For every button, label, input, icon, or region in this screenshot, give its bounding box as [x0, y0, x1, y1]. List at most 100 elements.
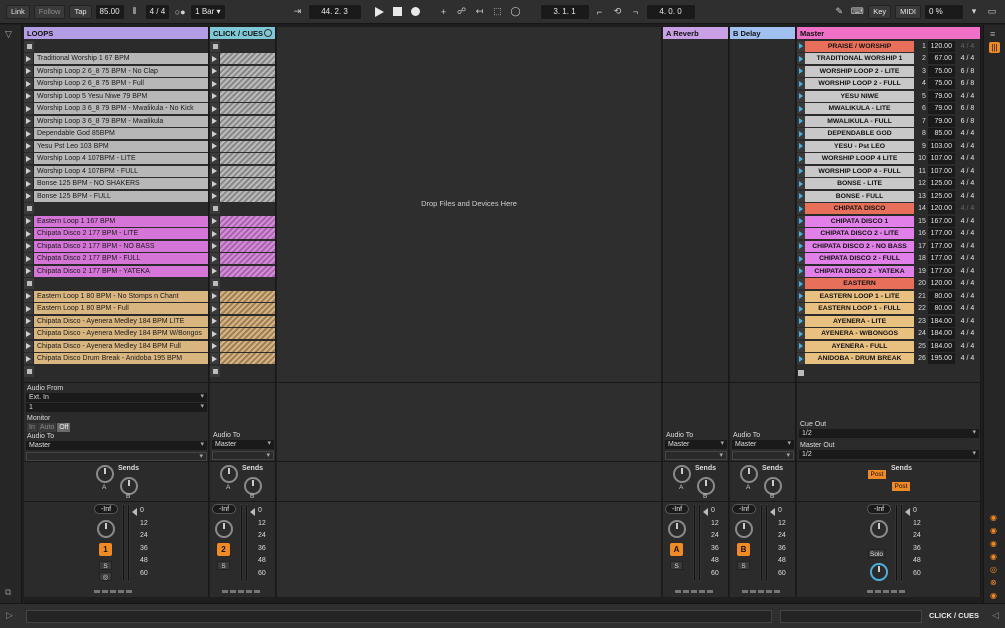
tap-tempo-button[interactable]: Tap [69, 4, 92, 19]
clip-slot[interactable]: Chipata Disco 2 177 BPM - LITE [24, 228, 208, 239]
send-a-knob[interactable] [740, 465, 758, 483]
scene-signature[interactable]: 4 / 4 [955, 293, 980, 300]
re-enable-automation-icon[interactable]: ↤ [473, 5, 487, 19]
scene-signature[interactable]: 4 / 4 [955, 218, 980, 225]
scene-launch-button[interactable] [797, 53, 805, 64]
scene-tempo[interactable]: 79.00 [927, 103, 955, 114]
clip-launch-button[interactable] [24, 190, 34, 202]
scene-signature[interactable]: 6 / 8 [955, 68, 980, 75]
clip-launch-button[interactable] [24, 65, 34, 77]
scene-tempo[interactable]: 120.00 [927, 203, 955, 214]
clip-slot[interactable]: Worship Loop 2 6_8 75 BPM - Full [24, 78, 208, 89]
pan-knob[interactable] [870, 520, 888, 538]
arrangement-position[interactable]: 44. 2. 3 [308, 4, 361, 19]
clip-stop-button[interactable] [24, 278, 34, 289]
scene-signature[interactable]: 4 / 4 [955, 43, 980, 50]
click-clip-slot[interactable] [210, 240, 275, 252]
empty-clip-slot[interactable] [210, 365, 275, 377]
scene-tempo[interactable]: 184.00 [927, 315, 955, 327]
clip-launch-button[interactable] [210, 340, 220, 352]
clip-launch-button[interactable] [24, 78, 34, 89]
clip-launch-button[interactable] [210, 90, 220, 102]
clip-launch-button[interactable] [24, 290, 34, 302]
scene-row[interactable]: ANIDOBA - DRUM BREAK 26 195.00 4 / 4 [797, 353, 980, 364]
click-clip-slot[interactable] [210, 53, 275, 64]
clip-launch-button[interactable] [24, 240, 34, 252]
audio-to-select[interactable]: Master [26, 440, 207, 450]
monitor-off-button[interactable]: Off [57, 423, 71, 432]
clip-slot[interactable]: Chipata Disco 2 177 BPM - FULL [24, 253, 208, 264]
scene-row[interactable]: CHIPATA DISCO 2 - LITE 16 177.00 4 / 4 [797, 228, 980, 239]
clip-stop-button[interactable] [24, 40, 34, 52]
volume-field[interactable]: -Inf [732, 504, 756, 514]
clip-launch-button[interactable] [24, 103, 34, 114]
audio-from-select[interactable]: Ext. In [26, 392, 207, 402]
clip-slot[interactable]: Dependable God 85BPM [24, 128, 208, 139]
midi-map-button[interactable]: MIDI [895, 4, 921, 19]
scene-tempo[interactable]: 125.00 [927, 190, 955, 202]
scene-signature[interactable]: 4 / 4 [955, 55, 980, 62]
clip-slot[interactable]: Worship Loop 4 107BPM - FULL [24, 165, 208, 177]
clip-slot[interactable]: Bonse 125 BPM - FULL [24, 190, 208, 202]
clip-launch-button[interactable] [210, 190, 220, 202]
clip-stop-button[interactable] [210, 278, 220, 289]
scene-row[interactable]: YESU NIWE 5 79.00 4 / 4 [797, 90, 980, 102]
empty-clip-slot[interactable] [24, 278, 208, 289]
clip-stop-button[interactable] [210, 40, 220, 52]
clip-launch-button[interactable] [210, 353, 220, 364]
click-clip-slot[interactable] [210, 115, 275, 127]
post-toggle-a[interactable]: Post [868, 470, 886, 479]
send-a-knob[interactable] [220, 465, 238, 483]
clip-slot[interactable]: Eastern Loop 1 167 BPM [24, 215, 208, 227]
browser-toggle-icon[interactable]: ▽ [5, 29, 12, 40]
clip-launch-button[interactable] [24, 303, 34, 314]
scene-signature[interactable]: 4 / 4 [955, 330, 980, 337]
track-title-loops[interactable]: LOOPS [24, 27, 208, 39]
click-clip-slot[interactable] [210, 128, 275, 139]
empty-clip-slot[interactable] [24, 203, 208, 214]
session-view-icon[interactable]: ||| [989, 42, 1000, 53]
scene-row[interactable]: CHIPATA DISCO 1 15 167.00 4 / 4 [797, 215, 980, 227]
audio-to-select[interactable]: Master [665, 439, 727, 449]
scene-row[interactable]: AYENERA - LITE 23 184.00 4 / 4 [797, 315, 980, 327]
solo-cue-button[interactable]: Solo [868, 549, 885, 558]
scene-launch-button[interactable] [797, 153, 805, 164]
scene-launch-button[interactable] [797, 215, 805, 227]
clip-launch-button[interactable] [210, 228, 220, 239]
scene-tempo[interactable]: 120.00 [927, 278, 955, 289]
loop-switch-icon[interactable]: ⟲ [611, 5, 625, 19]
session-record-icon[interactable]: ◯ [509, 5, 523, 19]
master-out-select[interactable]: 1/2 [799, 449, 979, 459]
click-clip-slot[interactable] [210, 165, 275, 177]
left-collapse-icon[interactable]: ▷ [6, 610, 13, 621]
scene-launch-button[interactable] [797, 140, 805, 152]
scene-row[interactable]: MWALIKULA - FULL 7 79.00 6 / 8 [797, 115, 980, 127]
clip-stop-button[interactable] [210, 365, 220, 377]
scene-row[interactable]: AYENERA - W/BONGOS 24 184.00 4 / 4 [797, 328, 980, 339]
clip-launch-button[interactable] [24, 340, 34, 352]
scene-signature[interactable]: 4 / 4 [955, 268, 980, 275]
scene-signature[interactable]: 4 / 4 [955, 155, 980, 162]
fold-icon[interactable] [264, 29, 272, 37]
scene-row[interactable]: CHIPATA DISCO 14 120.00 4 / 4 [797, 203, 980, 214]
scene-launch-button[interactable] [797, 90, 805, 102]
scene-launch-button[interactable] [797, 165, 805, 177]
fader-handle[interactable] [132, 508, 137, 516]
clip-slot[interactable]: Worship Loop 2 6_8 75 BPM - No Clap [24, 65, 208, 77]
scene-row[interactable]: EASTERN 20 120.00 4 / 4 [797, 278, 980, 289]
punch-out-icon[interactable]: ¬ [629, 5, 643, 19]
click-clip-slot[interactable] [210, 78, 275, 89]
clip-launch-button[interactable] [210, 165, 220, 177]
scene-tempo[interactable]: 177.00 [927, 228, 955, 239]
clip-slot[interactable]: Traditional Worship 1 67 BPM [24, 53, 208, 64]
scene-row[interactable]: DEPENDABLE GOD 8 85.00 4 / 4 [797, 128, 980, 139]
audio-to-select[interactable]: Master [732, 439, 794, 449]
overview-icon[interactable]: ⧉ [5, 587, 11, 598]
clip-launch-button[interactable] [24, 53, 34, 64]
scene-launch-button[interactable] [797, 340, 805, 352]
scene-tempo[interactable]: 67.00 [927, 53, 955, 64]
scene-row[interactable]: MWALIKULA - LITE 6 79.00 6 / 8 [797, 103, 980, 114]
track-title-master[interactable]: Master [797, 27, 980, 39]
scene-row[interactable]: CHIPATA DISCO 2 - FULL 18 177.00 4 / 4 [797, 253, 980, 264]
automation-arm-icon[interactable]: ☍ [455, 5, 469, 19]
